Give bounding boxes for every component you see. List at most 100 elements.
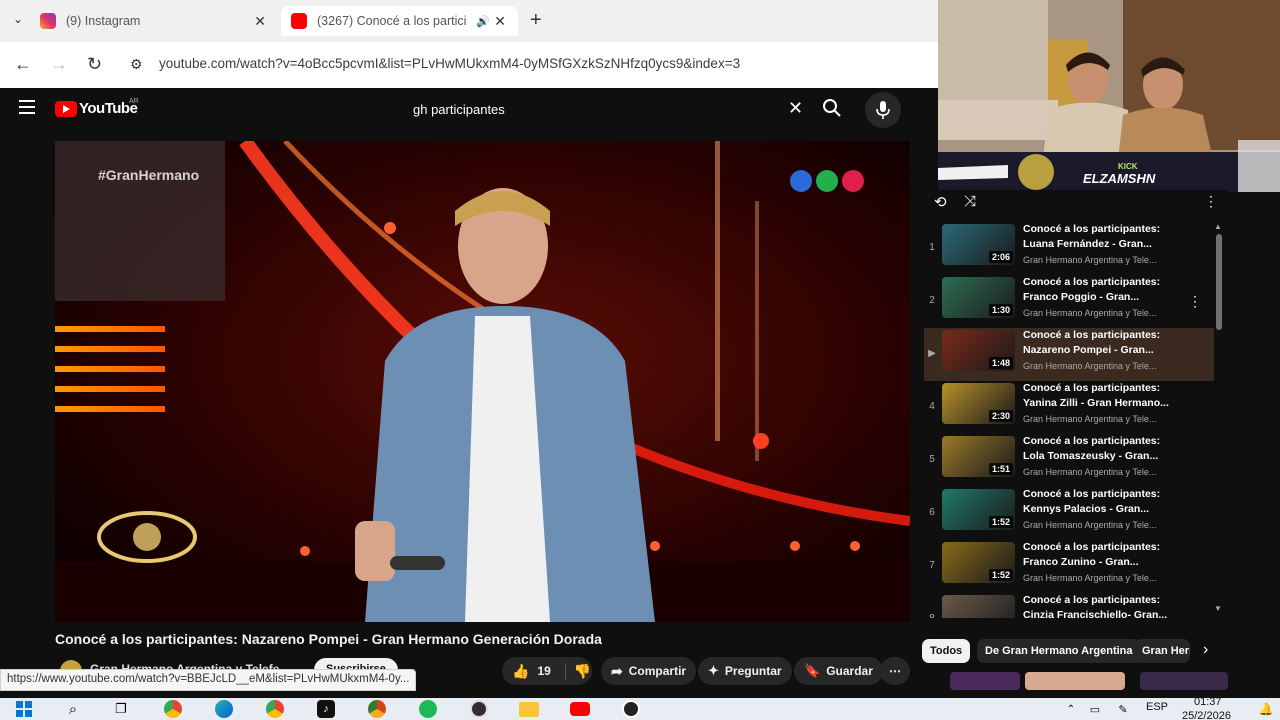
speaker-icon[interactable]: 🔊 [476, 15, 490, 28]
windows-start-icon[interactable] [13, 699, 35, 719]
video-frame [55, 141, 910, 622]
playlist-index: 5 [929, 454, 935, 465]
playlist-item-title[interactable]: Conocé a los participantes: Lola Tomasze… [1023, 434, 1173, 464]
chip-channel[interactable]: De Gran Hermano Argentina [977, 639, 1141, 663]
scroll-down-icon[interactable]: ▼ [1214, 604, 1222, 613]
related-thumbnail[interactable] [950, 672, 1020, 690]
task-view-icon[interactable]: ❐ [110, 699, 132, 719]
video-player[interactable]: #GranHermano [55, 141, 910, 622]
playlist-item-title[interactable]: Conocé a los participantes: Luana Fernán… [1023, 222, 1173, 252]
pen-icon[interactable]: ✎ [1112, 699, 1134, 719]
notification-icon[interactable]: 🔔 [1255, 699, 1277, 719]
clear-search-icon[interactable]: ✕ [788, 98, 803, 119]
like-count[interactable]: 19 [537, 664, 550, 678]
search-box[interactable]: gh participantes ✕ [400, 95, 814, 124]
video-hashtag-overlay: #GranHermano [98, 167, 200, 183]
item-more-icon[interactable]: ⋮ [1188, 293, 1202, 310]
playlist-item-title[interactable]: Conocé a los participantes: Cinzia Franc… [1023, 593, 1173, 618]
dislike-icon[interactable]: 👎 [564, 662, 591, 680]
playlist-index: 8 [924, 613, 940, 618]
clock-time[interactable]: 01:37 [1194, 696, 1222, 708]
youtube-app-icon[interactable] [569, 699, 591, 719]
playlist-item[interactable]: 2 1:30 Conocé a los participantes: Franco … [924, 275, 1214, 328]
scroll-up-icon[interactable]: ▲ [1214, 222, 1222, 231]
reload-icon[interactable]: ↻ [87, 54, 102, 75]
playlist-item[interactable]: 7 1:52 Conocé a los participantes: Franco … [924, 540, 1214, 593]
playlist-item-title[interactable]: Conocé a los participantes: Kennys Palac… [1023, 487, 1173, 517]
tiktok-icon[interactable]: ♪ [315, 699, 337, 719]
file-explorer-icon[interactable] [518, 699, 540, 719]
search-icon[interactable] [822, 98, 842, 123]
ask-button[interactable]: ✦ Preguntar [698, 657, 792, 685]
site-info-icon[interactable]: ⚙ [130, 56, 143, 73]
playlist-thumbnail[interactable]: 1:52 [942, 489, 1015, 530]
back-icon[interactable]: ← [14, 54, 32, 75]
playlist-index: 4 [929, 401, 935, 412]
network-icon[interactable]: ▭ [1084, 699, 1106, 719]
share-button[interactable]: ➦ Compartir [601, 657, 697, 685]
related-thumbnail[interactable] [1140, 672, 1228, 690]
playlist-item[interactable]: 8 Conocé a los participantes: Cinzia Fran… [924, 593, 1214, 618]
clock-date[interactable]: 25/2/2026 [1182, 710, 1231, 720]
chrome-icon[interactable] [162, 699, 184, 719]
playlist-more-icon[interactable]: ⋮ [1204, 193, 1218, 210]
duration-badge: 1:51 [988, 463, 1013, 475]
tab-youtube[interactable]: (3267) Conocé a los partici 🔊 ✕ [281, 6, 518, 36]
chip-todos[interactable]: Todos [922, 639, 971, 663]
playlist-item-title[interactable]: Conocé a los participantes: Franco Poggi… [1023, 275, 1173, 305]
new-tab-icon[interactable]: + [530, 9, 542, 32]
close-tab-icon[interactable]: ✕ [494, 13, 506, 30]
playlist-item[interactable]: ▶ 1:48 Conocé a los participantes: Nazaren… [924, 328, 1214, 381]
playlist-index: ▶ [928, 348, 936, 359]
playlist-scrollbar[interactable] [1216, 234, 1222, 330]
search-input[interactable]: gh participantes [413, 102, 505, 117]
playlist-item-title[interactable]: Conocé a los participantes: Franco Zunin… [1023, 540, 1173, 570]
tray-chevron-icon[interactable]: ⌃ [1060, 699, 1082, 719]
edge-icon[interactable] [213, 699, 235, 719]
playlist-thumbnail[interactable]: 1:52 [942, 542, 1015, 583]
playlist-thumbnail[interactable] [942, 595, 1015, 618]
chip-gran-hermano[interactable]: Gran Herm [1134, 639, 1190, 663]
forward-icon[interactable]: → [50, 54, 68, 75]
tab-instagram[interactable]: (9) Instagram ✕ [40, 6, 272, 36]
chrome-icon[interactable] [264, 699, 286, 719]
close-tab-icon[interactable]: ✕ [254, 13, 266, 30]
app-icon[interactable] [620, 699, 642, 719]
playlist-thumbnail[interactable]: 1:48 [942, 330, 1015, 371]
tab-list-chevron-icon[interactable]: ⌄ [13, 12, 23, 26]
playlist-item-title[interactable]: Conocé a los participantes: Nazareno Pom… [1023, 328, 1173, 358]
search-icon[interactable]: ⌕ [62, 699, 84, 719]
playlist-item-title[interactable]: Conocé a los participantes: Yanina Zilli… [1023, 381, 1173, 411]
voice-search-icon[interactable] [865, 92, 901, 128]
url-field[interactable]: youtube.com/watch?v=4oBcc5pcvmI&list=PLv… [159, 56, 740, 71]
like-icon[interactable]: 👍 [512, 663, 529, 680]
playlist-thumbnail[interactable]: 1:51 [942, 436, 1015, 477]
obs-icon[interactable] [468, 699, 490, 719]
related-thumbnail[interactable] [1025, 672, 1125, 690]
playlist-item[interactable]: 6 1:52 Conocé a los participantes: Kennys … [924, 487, 1214, 540]
status-bar-link: https://www.youtube.com/watch?v=BBEJcLD_… [0, 669, 417, 691]
spotify-icon[interactable] [417, 699, 439, 719]
sparkle-icon: ✦ [708, 663, 719, 678]
playlist-thumbnail[interactable]: 2:30 [942, 383, 1015, 424]
playlist-item-channel: Gran Hermano Argentina y Tele... [1023, 361, 1157, 371]
save-button[interactable]: 🔖 Guardar [794, 657, 883, 685]
streamer-name: ELZAMSHN [1083, 171, 1156, 186]
playlist-item[interactable]: 4 2:30 Conocé a los participantes: Yanina … [924, 381, 1214, 434]
youtube-logo-icon[interactable] [55, 101, 77, 117]
playlist-index: 6 [929, 507, 935, 518]
shuffle-icon[interactable]: ⤨ [964, 193, 976, 210]
playlist-item[interactable]: 1 2:06 Conocé a los participantes: Luana F… [924, 222, 1214, 275]
chip-next-icon[interactable]: › [1203, 641, 1208, 659]
loop-icon[interactable]: ⟲ [934, 193, 947, 211]
tab-title: (3267) Conocé a los partici [317, 14, 467, 28]
language-indicator[interactable]: ESP [1146, 701, 1168, 713]
menu-icon[interactable] [19, 100, 35, 114]
playlist-thumbnail[interactable]: 1:30 [942, 277, 1015, 318]
chrome-canary-icon[interactable] [366, 699, 388, 719]
playlist-thumbnail[interactable]: 2:06 [942, 224, 1015, 265]
more-actions-icon[interactable]: ⋯ [880, 657, 910, 685]
playlist-item[interactable]: 5 1:51 Conocé a los participantes: Lola To… [924, 434, 1214, 487]
playlist-index: 2 [929, 295, 935, 306]
webcam-frame [938, 0, 1280, 192]
